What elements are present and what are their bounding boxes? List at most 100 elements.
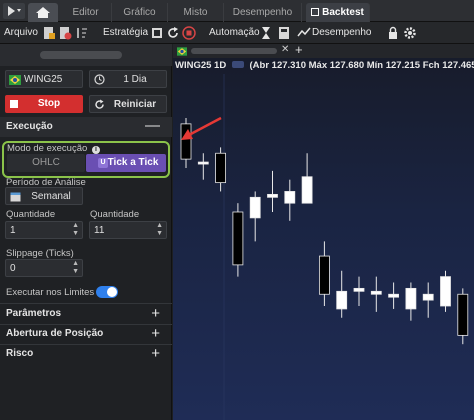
tab-grafico[interactable]: Gráfico — [112, 3, 168, 22]
gear-icon[interactable] — [403, 26, 417, 40]
period-value: 1 Dia — [123, 74, 147, 85]
chart-tab-close-icon[interactable]: ✕ — [281, 44, 289, 55]
toggle-knob — [107, 287, 117, 297]
expand-icon[interactable]: + — [151, 344, 160, 364]
open-file-icon[interactable] — [58, 26, 72, 40]
stop-icon[interactable] — [182, 26, 196, 40]
brazil-flag-icon — [177, 47, 187, 56]
quantidade-value: 1 — [10, 225, 16, 236]
symbol-selector[interactable]: WING25 — [5, 70, 83, 88]
candle-body[interactable] — [336, 290, 348, 310]
slippage-input[interactable]: 0 ▲ ▼ — [5, 259, 83, 277]
spin-icon[interactable]: ▲ ▼ — [72, 260, 79, 276]
panel-header — [0, 44, 172, 66]
candle-body[interactable] — [215, 152, 226, 184]
candle-body[interactable] — [318, 255, 330, 295]
quantidade-input[interactable]: 1 ▲ ▼ — [5, 221, 83, 239]
executar-limites-label: Executar nos Limites i — [6, 287, 109, 298]
add-chart-tab-icon[interactable]: + — [295, 42, 303, 57]
backtest-icon — [311, 8, 320, 16]
tab-backtest[interactable]: Backtest — [306, 3, 370, 22]
quantidade-max-input[interactable]: 11 ▲ ▼ — [89, 221, 167, 239]
backtest-panel: WING25 1 Dia Stop Reiniciar Execução — M… — [0, 44, 172, 420]
tab-misto[interactable]: Misto — [168, 3, 224, 22]
chart-symbol-timeframe: WING25 1D — [175, 60, 227, 71]
new-file-icon[interactable] — [42, 26, 56, 40]
periodo-analise-selector[interactable]: Semanal — [5, 187, 83, 205]
tab-desempenho[interactable]: Desempenho — [224, 3, 302, 22]
menu-arquivo[interactable]: Arquivo — [4, 27, 38, 38]
period-selector[interactable]: 1 Dia — [89, 70, 167, 88]
slippage-value: 0 — [10, 263, 16, 274]
reiniciar-button[interactable]: Reiniciar — [89, 95, 167, 113]
candlestick-chart[interactable] — [173, 74, 474, 420]
modo-ohlc-option[interactable]: OHLC — [7, 154, 85, 172]
candle-body[interactable] — [440, 276, 451, 307]
tab-editor[interactable]: Editor — [60, 3, 112, 22]
candle-body[interactable] — [353, 287, 365, 292]
executar-limites-text: Executar nos Limites — [6, 287, 95, 298]
sort-icon[interactable] — [74, 26, 88, 40]
chart-tab-strip: ✕ + — [173, 42, 474, 58]
info-icon: i — [91, 146, 100, 154]
candle-body[interactable] — [422, 293, 434, 301]
modo-tick-option[interactable]: U Tick a Tick — [86, 154, 166, 172]
hourglass-icon[interactable] — [259, 26, 273, 40]
spin-icon[interactable]: ▲ ▼ — [156, 222, 163, 238]
tab-bar: Editor Gráfico Misto Desempenho Backtest — [0, 0, 474, 22]
play-logo-icon — [8, 6, 21, 16]
chart-badge-icon — [231, 61, 244, 68]
candle-body[interactable] — [267, 193, 278, 198]
stop-label: Stop — [37, 98, 61, 109]
blurred-title — [40, 51, 122, 59]
section-execucao[interactable]: Execução — — [0, 117, 172, 137]
section-parametros[interactable]: Parâmetros + — [0, 304, 172, 324]
quantidade-max-value: 11 — [94, 225, 105, 236]
executar-limites-toggle[interactable] — [96, 286, 118, 298]
reiniciar-label: Reiniciar — [113, 99, 157, 110]
app-logo[interactable] — [3, 3, 25, 19]
chart-area[interactable]: ✕ + WING25 1D (Abr 127.310 Máx 127.680 M… — [173, 42, 474, 420]
candle-body[interactable] — [457, 293, 469, 336]
section-execucao-title: Execução — [6, 121, 53, 132]
candle-body[interactable] — [197, 161, 209, 165]
performance-icon[interactable] — [297, 26, 311, 40]
collapse-icon[interactable]: — — [145, 116, 160, 136]
menu-automacao[interactable]: Automação — [209, 27, 260, 38]
section-parametros-title: Parâmetros — [6, 308, 62, 319]
calculator-icon[interactable] — [277, 26, 291, 40]
tab-backtest-label: Backtest — [322, 7, 364, 18]
section-risco-title: Risco — [6, 348, 34, 359]
symbol-value: WING25 — [24, 74, 63, 85]
menu-desempenho[interactable]: Desempenho — [312, 27, 371, 38]
periodo-analise-value: Semanal — [31, 191, 71, 202]
compile-icon[interactable] — [150, 26, 164, 40]
section-abertura[interactable]: Abertura de Posição + — [0, 324, 172, 344]
blurred-chart-tab-title — [191, 48, 277, 54]
brazil-flag-icon — [9, 75, 21, 85]
section-risco[interactable]: Risco + — [0, 344, 172, 364]
slippage-label: Slippage (Ticks) — [6, 248, 74, 259]
home-icon — [36, 7, 50, 18]
candle-body[interactable] — [232, 211, 244, 266]
refresh-icon[interactable] — [166, 26, 180, 40]
modo-execucao-label: Modo de execução i — [7, 143, 100, 154]
stop-button[interactable]: Stop — [5, 95, 83, 113]
chart-ohlc-readout: (Abr 127.310 Máx 127.680 Mín 127.215 Fch… — [249, 60, 474, 71]
candle-body[interactable] — [284, 191, 296, 204]
candle-body[interactable] — [370, 290, 382, 295]
lock-icon[interactable] — [386, 26, 400, 40]
modo-tick-label: Tick a Tick — [107, 157, 159, 168]
expand-icon[interactable]: + — [151, 324, 160, 344]
candle-body[interactable] — [180, 123, 192, 160]
expand-icon[interactable]: + — [151, 304, 160, 324]
candle-body[interactable] — [301, 176, 313, 204]
modo-execucao-text: Modo de execução — [7, 143, 88, 154]
spin-icon[interactable]: ▲ ▼ — [72, 222, 79, 238]
tab-home[interactable] — [28, 3, 58, 22]
menu-estrategia[interactable]: Estratégia — [103, 27, 148, 38]
section-abertura-title: Abertura de Posição — [6, 328, 104, 339]
candle-body[interactable] — [388, 293, 400, 298]
candle-body[interactable] — [405, 287, 417, 310]
candle-body[interactable] — [249, 196, 261, 219]
